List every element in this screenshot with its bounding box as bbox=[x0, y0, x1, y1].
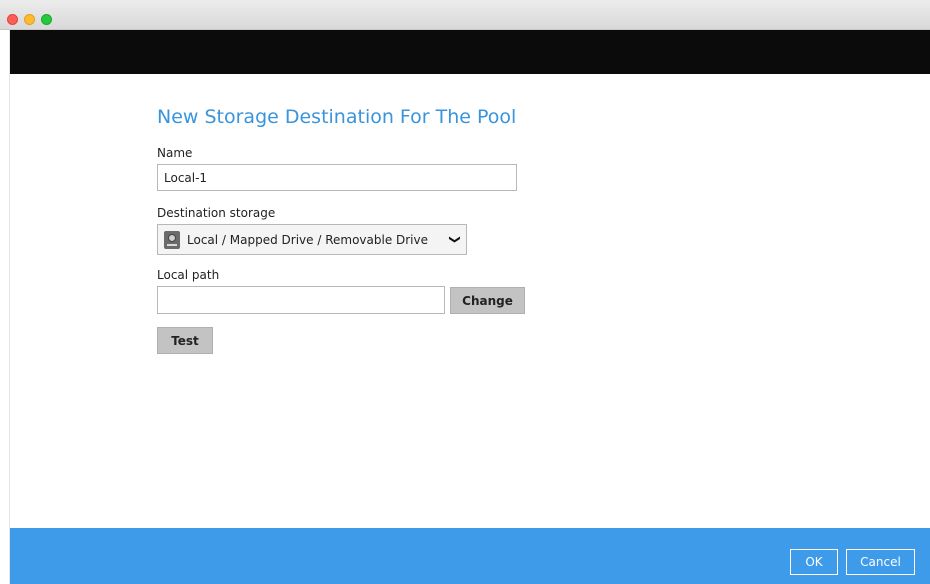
local-path-field[interactable] bbox=[157, 286, 445, 314]
destination-storage-label: Destination storage bbox=[157, 206, 276, 220]
chevron-down-icon[interactable]: ❯ bbox=[441, 229, 470, 251]
page-title: New Storage Destination For The Pool bbox=[157, 106, 517, 128]
left-border bbox=[0, 30, 10, 584]
hard-drive-icon bbox=[164, 230, 180, 249]
test-button[interactable]: Test bbox=[157, 327, 213, 354]
destination-storage-select[interactable]: Local / Mapped Drive / Removable Drive ❯ bbox=[157, 224, 467, 255]
ok-button[interactable]: OK bbox=[790, 549, 838, 575]
app-header-bar bbox=[10, 30, 930, 74]
change-button[interactable]: Change bbox=[450, 287, 525, 314]
cancel-button[interactable]: Cancel bbox=[846, 549, 915, 575]
window-titlebar bbox=[0, 0, 930, 30]
name-field[interactable] bbox=[157, 164, 517, 191]
destination-storage-value: Local / Mapped Drive / Removable Drive bbox=[187, 232, 429, 247]
close-window-icon[interactable] bbox=[7, 14, 18, 25]
maximize-window-icon[interactable] bbox=[41, 14, 52, 25]
name-label: Name bbox=[157, 146, 193, 160]
local-path-label: Local path bbox=[157, 268, 220, 282]
minimize-window-icon[interactable] bbox=[24, 14, 35, 25]
